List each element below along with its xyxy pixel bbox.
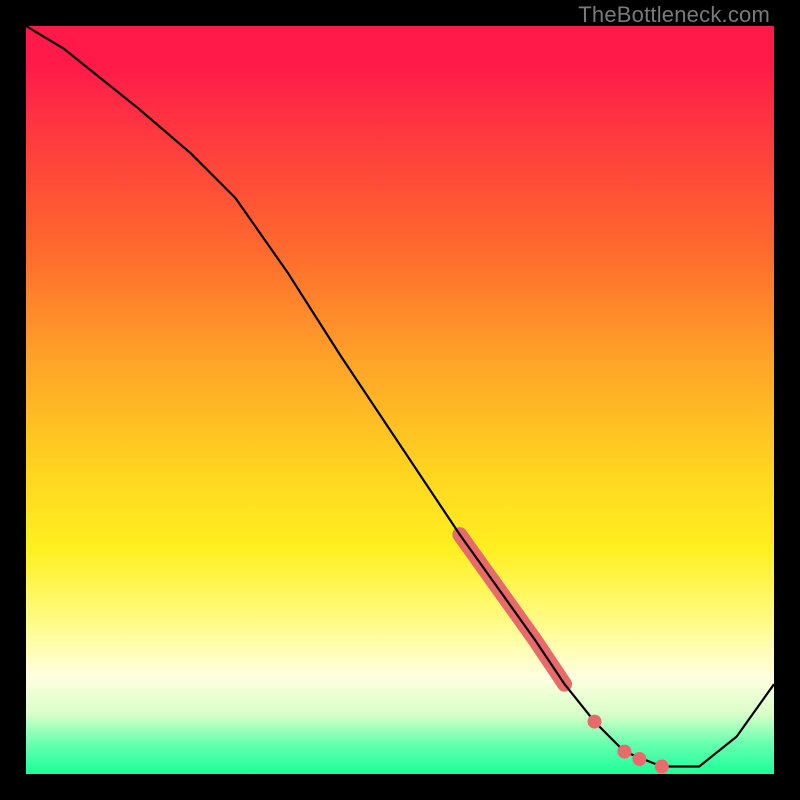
highlight-dot	[632, 752, 646, 766]
highlight-dot	[617, 745, 631, 759]
highlight-dots	[588, 715, 669, 774]
chart-svg	[26, 26, 774, 774]
plot-area	[26, 26, 774, 774]
watermark-text: TheBottleneck.com	[578, 2, 770, 28]
highlight-dot	[655, 760, 669, 774]
highlight-dot	[588, 715, 602, 729]
chart-frame: TheBottleneck.com	[0, 0, 800, 800]
main-curve	[26, 26, 774, 767]
